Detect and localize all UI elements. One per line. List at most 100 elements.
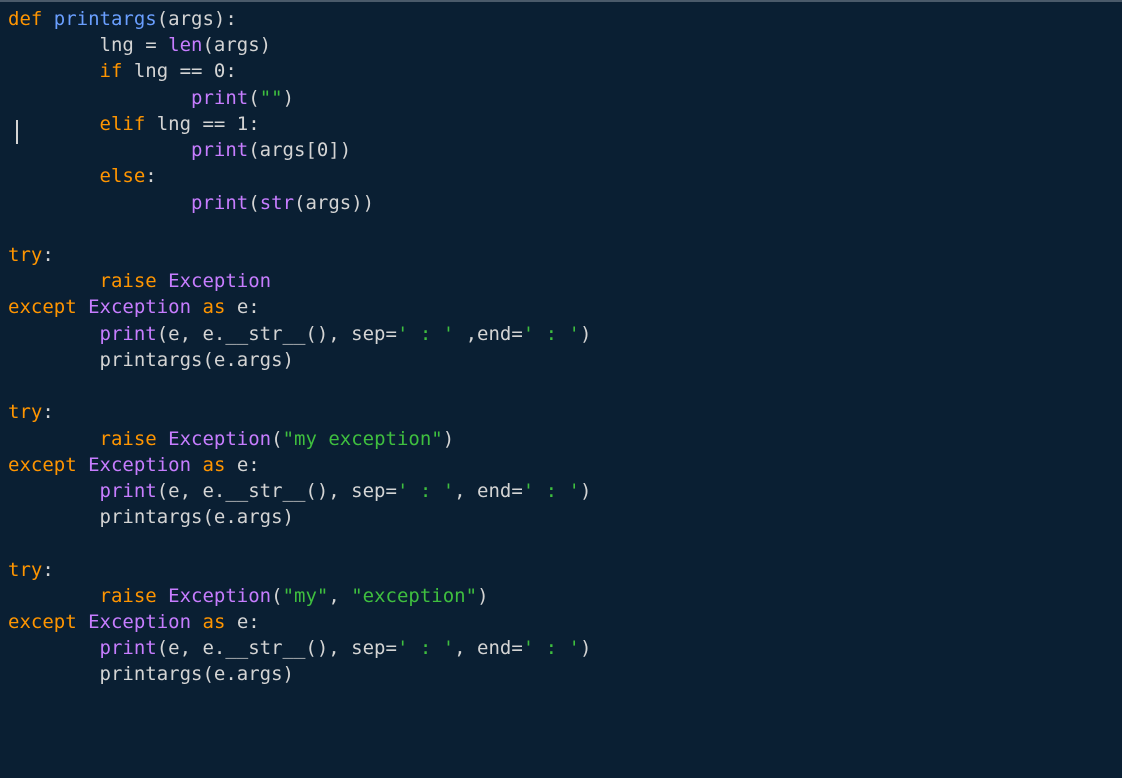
code-line[interactable]: printargs(e.args) (8, 504, 1114, 530)
code-line[interactable]: raise Exception (8, 268, 1114, 294)
code-token (8, 192, 191, 214)
code-token: : (145, 165, 156, 187)
code-line[interactable]: try: (8, 242, 1114, 268)
code-token: (args[0]) (248, 139, 351, 161)
code-token: "" (260, 87, 283, 109)
code-token: as (203, 611, 226, 633)
code-token: ( (271, 428, 282, 450)
code-line[interactable]: printargs(e.args) (8, 347, 1114, 373)
code-token: print (100, 323, 157, 345)
code-token: try (8, 244, 42, 266)
code-token: except (8, 296, 77, 318)
code-token: elif (100, 113, 146, 135)
code-token: Exception (88, 296, 191, 318)
code-token: : (42, 559, 53, 581)
code-line[interactable]: def printargs(args): (8, 6, 1114, 32)
code-token: (args)) (294, 192, 374, 214)
code-token: as (203, 454, 226, 476)
code-token: "exception" (351, 585, 477, 607)
code-line[interactable]: raise Exception("my exception") (8, 426, 1114, 452)
code-line[interactable]: lng = len(args) (8, 32, 1114, 58)
code-token: , end= (454, 480, 523, 502)
code-line[interactable]: except Exception as e: (8, 452, 1114, 478)
code-token (191, 611, 202, 633)
code-token: len (168, 34, 202, 56)
code-token (157, 428, 168, 450)
code-token (191, 454, 202, 476)
code-line[interactable]: raise Exception("my", "exception") (8, 583, 1114, 609)
code-token: ( (248, 192, 259, 214)
code-token: ) (477, 585, 488, 607)
code-token: , end= (454, 637, 523, 659)
code-token: Exception (168, 585, 271, 607)
code-token (8, 637, 100, 659)
code-token: ' : ' (397, 637, 454, 659)
code-token: : (42, 244, 53, 266)
code-token: e: (225, 611, 259, 633)
code-token: raise (100, 585, 157, 607)
code-line[interactable]: print(args[0]) (8, 137, 1114, 163)
code-token (8, 139, 191, 161)
code-token (8, 165, 100, 187)
code-token: try (8, 559, 42, 581)
code-line[interactable]: try: (8, 399, 1114, 425)
code-token: (args) (202, 34, 271, 56)
code-line[interactable]: print(e, e.__str__(), sep=' : ', end=' :… (8, 635, 1114, 661)
code-token (8, 585, 100, 607)
code-token: printargs(e.args) (8, 663, 294, 685)
code-token: e: (225, 454, 259, 476)
code-token: lng = (8, 34, 168, 56)
code-line[interactable]: elif lng == 1: (8, 111, 1114, 137)
code-token: , (328, 585, 351, 607)
code-token: printargs(e.args) (8, 349, 294, 371)
code-line[interactable]: except Exception as e: (8, 294, 1114, 320)
code-token: if (100, 60, 123, 82)
code-line[interactable] (8, 216, 1114, 242)
code-token: print (100, 480, 157, 502)
code-token (8, 480, 100, 502)
code-line[interactable]: if lng == 0: (8, 58, 1114, 84)
code-line[interactable]: except Exception as e: (8, 609, 1114, 635)
code-token: printargs (54, 8, 157, 30)
code-token: except (8, 611, 77, 633)
code-token (8, 87, 191, 109)
code-token: (e, e.__str__(), sep= (157, 480, 397, 502)
code-token: ' : ' (523, 480, 580, 502)
code-token: ) (443, 428, 454, 450)
code-editor[interactable]: def printargs(args): lng = len(args) if … (8, 6, 1114, 688)
code-line[interactable] (8, 373, 1114, 399)
code-line[interactable] (8, 530, 1114, 556)
code-token: Exception (168, 428, 271, 450)
code-line[interactable]: print(e, e.__str__(), sep=' : ', end=' :… (8, 478, 1114, 504)
code-token: print (191, 87, 248, 109)
code-token: lng == 1: (145, 113, 259, 135)
code-token (77, 296, 88, 318)
code-token: ,end= (454, 323, 523, 345)
code-token: ) (580, 637, 591, 659)
text-cursor (16, 120, 18, 144)
code-token: ) (580, 323, 591, 345)
code-line[interactable]: printargs(e.args) (8, 661, 1114, 687)
code-token: print (191, 139, 248, 161)
code-token: Exception (88, 611, 191, 633)
code-token (191, 296, 202, 318)
code-token: except (8, 454, 77, 476)
code-token: str (260, 192, 294, 214)
code-line[interactable]: print(e, e.__str__(), sep=' : ' ,end=' :… (8, 321, 1114, 347)
code-token: print (100, 637, 157, 659)
code-token: ' : ' (523, 637, 580, 659)
code-token: "my" (283, 585, 329, 607)
code-token: ' : ' (397, 323, 454, 345)
code-token: try (8, 401, 42, 423)
code-token: Exception (168, 270, 271, 292)
code-line[interactable]: print(str(args)) (8, 190, 1114, 216)
code-token (8, 323, 100, 345)
code-line[interactable]: print("") (8, 85, 1114, 111)
code-token: raise (100, 428, 157, 450)
code-token (8, 428, 100, 450)
code-token: Exception (88, 454, 191, 476)
code-line[interactable]: try: (8, 557, 1114, 583)
code-line[interactable]: else: (8, 163, 1114, 189)
code-token: ' : ' (523, 323, 580, 345)
code-token: e: (225, 296, 259, 318)
